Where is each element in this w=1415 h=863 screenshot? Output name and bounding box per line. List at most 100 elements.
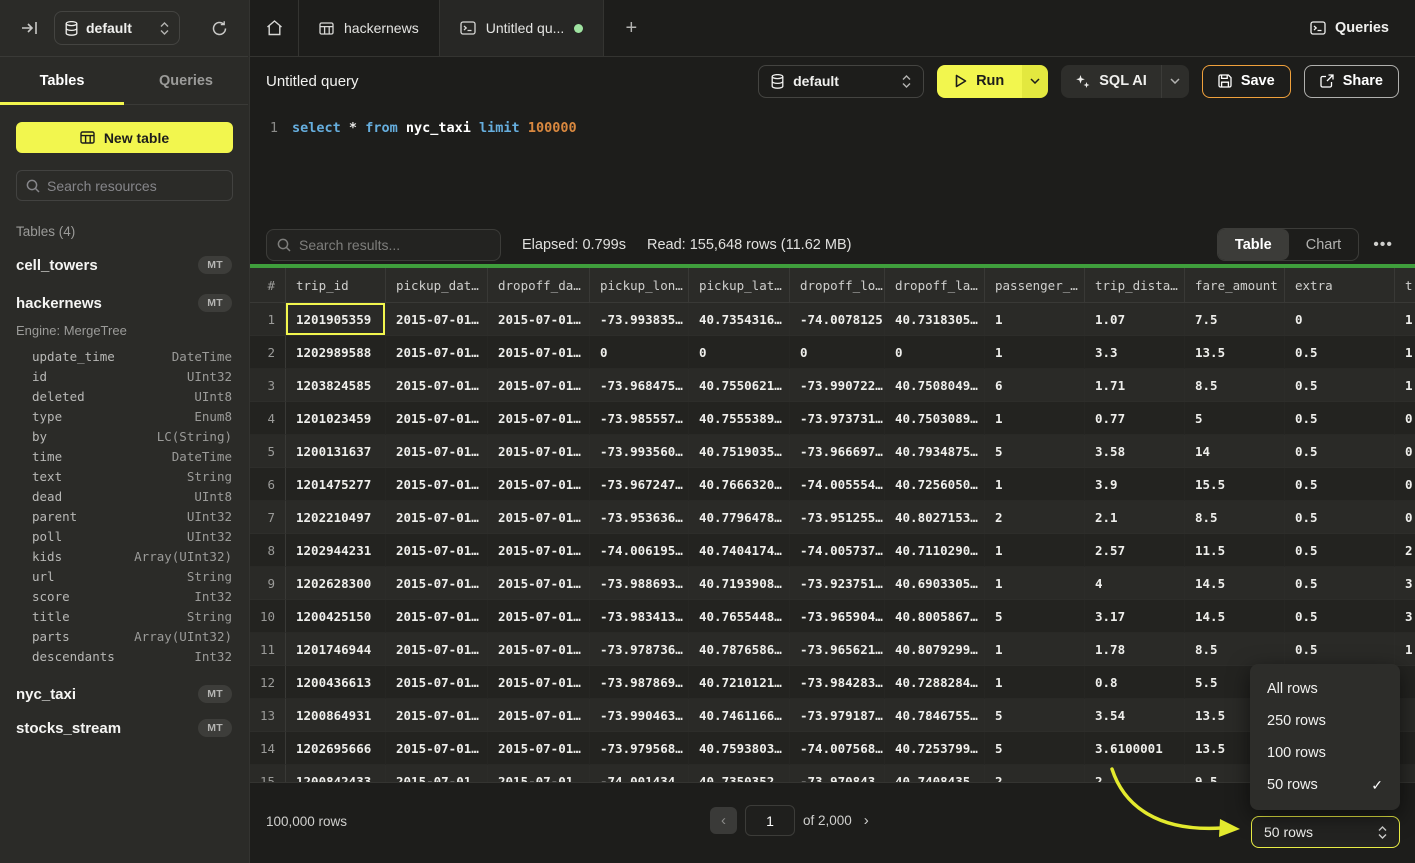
cell[interactable]: -74.007568… xyxy=(790,732,885,765)
cell[interactable]: 0.5 xyxy=(1285,402,1395,435)
more-options-icon[interactable]: ••• xyxy=(1367,232,1399,258)
cell[interactable]: 40.8027153… xyxy=(885,501,985,534)
cell[interactable]: 1 xyxy=(1395,369,1415,402)
column-header[interactable]: t xyxy=(1395,268,1415,303)
cell[interactable]: 40.7796478… xyxy=(689,501,790,534)
toggle-table[interactable]: Table xyxy=(1218,229,1289,260)
cell[interactable]: 0.77 xyxy=(1085,402,1185,435)
selected-cell[interactable]: 1201905359 xyxy=(286,303,386,336)
cell[interactable]: 40.7318305… xyxy=(885,303,985,336)
rows-menu-item[interactable]: All rows xyxy=(1250,673,1400,705)
cell[interactable]: 3.58 xyxy=(1085,435,1185,468)
cell[interactable]: 2015-07-01… xyxy=(386,435,488,468)
sidebar-search[interactable] xyxy=(16,170,233,201)
cell[interactable]: 3 xyxy=(1395,567,1415,600)
column-header[interactable]: trip_dista… xyxy=(1085,268,1185,303)
cell[interactable]: 1.07 xyxy=(1085,303,1185,336)
cell[interactable]: 1200425150 xyxy=(286,600,386,633)
cell[interactable]: 1200436613 xyxy=(286,666,386,699)
cell[interactable]: 40.7550621… xyxy=(689,369,790,402)
cell[interactable]: 0.5 xyxy=(1285,468,1395,501)
cell[interactable]: 2015-07-01… xyxy=(488,468,590,501)
tab-untitled-query[interactable]: Untitled qu... xyxy=(440,0,605,56)
cell[interactable]: 2015-07-01… xyxy=(386,699,488,732)
sql-ai-options-button[interactable] xyxy=(1161,65,1189,98)
prev-page-button[interactable]: ‹ xyxy=(710,807,737,834)
cell[interactable]: 40.7210121… xyxy=(689,666,790,699)
column-header[interactable]: pickup_lat… xyxy=(689,268,790,303)
cell[interactable]: 0.5 xyxy=(1285,534,1395,567)
cell[interactable]: 40.7519035… xyxy=(689,435,790,468)
sidebar-item-hackernews[interactable]: hackernews MT xyxy=(16,291,232,315)
cell[interactable]: 1 xyxy=(985,468,1085,501)
cell[interactable]: -73.965904… xyxy=(790,600,885,633)
cell[interactable]: -73.990463… xyxy=(590,699,689,732)
share-button[interactable]: Share xyxy=(1304,65,1399,98)
cell[interactable]: 40.7934875… xyxy=(885,435,985,468)
cell[interactable]: 2.1 xyxy=(1085,501,1185,534)
column-header[interactable]: trip_id xyxy=(286,268,386,303)
row-number-cell[interactable]: 8 xyxy=(250,534,286,567)
cell[interactable]: 0.5 xyxy=(1285,501,1395,534)
cell[interactable]: -73.990722… xyxy=(790,369,885,402)
cell[interactable]: 1 xyxy=(1395,633,1415,666)
cell[interactable]: 3 xyxy=(1395,600,1415,633)
cell[interactable]: 2015-07-01… xyxy=(386,600,488,633)
cell[interactable]: -73.983413… xyxy=(590,600,689,633)
row-number-cell[interactable]: 1 xyxy=(250,303,286,336)
cell[interactable]: 2015-07-01… xyxy=(488,600,590,633)
cell[interactable]: 2015-07-01… xyxy=(386,567,488,600)
cell[interactable]: -73.965621… xyxy=(790,633,885,666)
cell[interactable]: 2015-07-01… xyxy=(488,666,590,699)
cell[interactable]: 40.7655448… xyxy=(689,600,790,633)
cell[interactable]: 2015-07-01… xyxy=(386,666,488,699)
cell[interactable]: 1 xyxy=(1395,336,1415,369)
page-number-input[interactable] xyxy=(745,805,795,836)
cell[interactable]: 2015-07-01… xyxy=(488,303,590,336)
cell[interactable]: 40.7593803… xyxy=(689,732,790,765)
cell[interactable]: 0 xyxy=(689,336,790,369)
cell[interactable]: 2015-07-01… xyxy=(386,336,488,369)
cell[interactable]: 2015-07-01… xyxy=(488,699,590,732)
cell[interactable]: 1202989588 xyxy=(286,336,386,369)
cell[interactable]: -73.978736… xyxy=(590,633,689,666)
cell[interactable]: 40.7846755… xyxy=(885,699,985,732)
cell[interactable]: 2015-07-01… xyxy=(386,732,488,765)
cell[interactable]: 3.54 xyxy=(1085,699,1185,732)
column-header[interactable]: extra xyxy=(1285,268,1395,303)
refresh-icon[interactable] xyxy=(206,15,232,41)
cell[interactable]: 1.71 xyxy=(1085,369,1185,402)
cell[interactable]: -73.973731… xyxy=(790,402,885,435)
cell[interactable]: 14 xyxy=(1185,435,1285,468)
cell[interactable]: 40.6903305… xyxy=(885,567,985,600)
cell[interactable]: 14.5 xyxy=(1185,567,1285,600)
run-button[interactable]: Run xyxy=(937,65,1022,98)
cell[interactable]: 3.9 xyxy=(1085,468,1185,501)
cell[interactable]: 1200842433 xyxy=(286,765,386,782)
cell[interactable]: -74.005737… xyxy=(790,534,885,567)
row-number-cell[interactable]: 5 xyxy=(250,435,286,468)
new-tab-button[interactable]: + xyxy=(604,0,658,56)
row-number-cell[interactable]: 7 xyxy=(250,501,286,534)
rows-menu-item[interactable]: 250 rows xyxy=(1250,705,1400,737)
cell[interactable]: 2 xyxy=(1085,765,1185,782)
cell[interactable]: 3.6100001 xyxy=(1085,732,1185,765)
sql-ai-button[interactable]: SQL AI xyxy=(1061,65,1161,98)
cell[interactable]: -73.953636… xyxy=(590,501,689,534)
cell[interactable]: 8.5 xyxy=(1185,633,1285,666)
cell[interactable]: 1 xyxy=(985,534,1085,567)
cell[interactable]: 0.5 xyxy=(1285,336,1395,369)
cell[interactable]: 6 xyxy=(985,369,1085,402)
row-number-cell[interactable]: 13 xyxy=(250,699,286,732)
cell[interactable]: 2015-07-01… xyxy=(488,732,590,765)
cell[interactable]: 40.7666320… xyxy=(689,468,790,501)
new-table-button[interactable]: New table xyxy=(16,122,233,153)
cell[interactable]: 2015-07-01… xyxy=(488,567,590,600)
row-number-cell[interactable]: 10 xyxy=(250,600,286,633)
cell[interactable]: -73.993835… xyxy=(590,303,689,336)
collapse-sidebar-icon[interactable] xyxy=(16,15,42,41)
cell[interactable]: -73.988693… xyxy=(590,567,689,600)
cell[interactable]: 1 xyxy=(1395,303,1415,336)
search-results-input[interactable] xyxy=(299,237,490,253)
cell[interactable]: 1202944231 xyxy=(286,534,386,567)
